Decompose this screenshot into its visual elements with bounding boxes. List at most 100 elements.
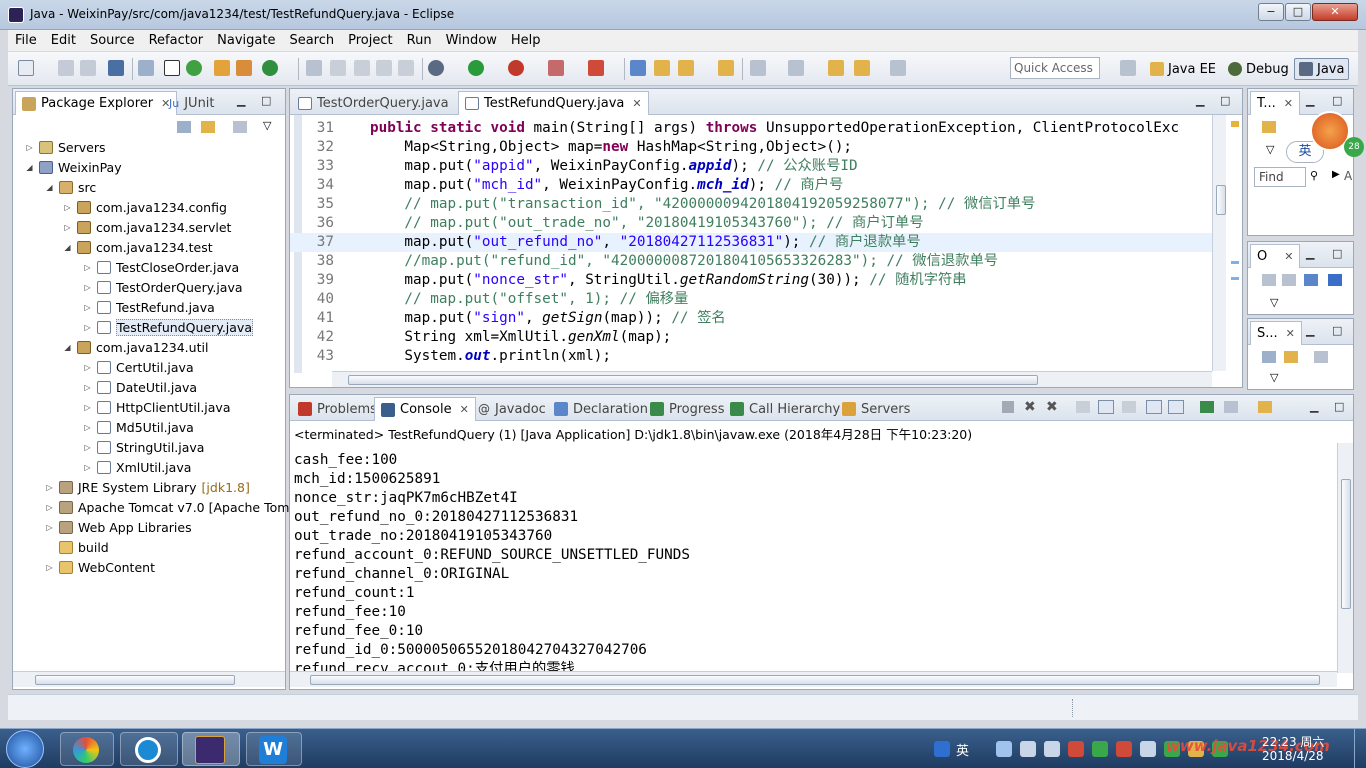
maximize-icon[interactable]: □	[261, 94, 271, 107]
tree-item-selected[interactable]: ▷ TestRefundQuery.java	[83, 317, 253, 337]
refresh-icon[interactable]	[186, 60, 202, 76]
clear-console-icon[interactable]	[1076, 401, 1090, 413]
menu-run[interactable]: Run	[400, 33, 439, 48]
menu-help[interactable]: Help	[504, 33, 548, 48]
tree-item[interactable]: ▷ Apache Tomcat v7.0 [Apache Tomc	[45, 497, 296, 517]
close-icon[interactable]: ✕	[1284, 97, 1293, 110]
last-edit-icon[interactable]	[828, 60, 844, 76]
edit-icon[interactable]	[330, 60, 346, 76]
tab-task-list[interactable]: T... ✕	[1250, 91, 1301, 115]
view-menu-icon[interactable]: ▽	[263, 119, 271, 132]
maximize-button[interactable]: □	[1285, 3, 1311, 21]
tray-icon[interactable]	[1044, 741, 1060, 757]
block-icon[interactable]	[376, 60, 392, 76]
open-console-icon[interactable]	[1258, 401, 1272, 413]
tree-item[interactable]: ▷ TestOrderQuery.java	[83, 277, 242, 297]
tab-test-order-query[interactable]: TestOrderQuery.java	[292, 91, 455, 115]
quick-access-input[interactable]: Quick Access	[1010, 57, 1100, 79]
menu-search[interactable]: Search	[282, 33, 341, 48]
open-type-icon[interactable]	[630, 60, 646, 76]
maximize-icon[interactable]: □	[1220, 94, 1230, 107]
debug-icon[interactable]	[428, 60, 444, 76]
scroll-lock-icon[interactable]	[1098, 400, 1114, 414]
tree-item[interactable]: ◢ com.java1234.test	[63, 237, 212, 257]
save-all-icon[interactable]	[80, 60, 96, 76]
perspective-debug[interactable]: Debug	[1224, 58, 1293, 80]
close-icon[interactable]: ✕	[1284, 250, 1293, 263]
server-icon[interactable]	[236, 60, 252, 76]
tree-item[interactable]: ◢ src	[45, 177, 96, 197]
tray-cloud-icon[interactable]	[996, 741, 1012, 757]
link-icon[interactable]	[306, 60, 322, 76]
scroll-thumb[interactable]	[1341, 479, 1351, 609]
run-icon[interactable]	[468, 60, 484, 76]
remove-launch-icon[interactable]: ✖	[1024, 399, 1036, 415]
format-icon[interactable]	[354, 60, 370, 76]
tomcat-icon[interactable]	[214, 60, 230, 76]
tree-item[interactable]: ▷ WebContent	[45, 557, 155, 577]
display-console-icon[interactable]	[1224, 401, 1238, 413]
code-line[interactable]: 39 map.put("nonce_str", StringUtil.getRa…	[290, 271, 1226, 290]
horizontal-scrollbar[interactable]	[13, 671, 285, 687]
maximize-icon[interactable]: □	[1332, 324, 1342, 337]
word-wrap-icon[interactable]	[1122, 401, 1136, 413]
scroll-thumb[interactable]	[310, 675, 1320, 685]
code-line[interactable]: 31 public static void main(String[] args)…	[290, 119, 1226, 138]
ime-indicator[interactable]: 英	[956, 740, 969, 759]
pin-icon[interactable]	[138, 60, 154, 76]
tree-item[interactable]: ▷ DateUtil.java	[83, 377, 197, 397]
tray-icon[interactable]	[1068, 741, 1084, 757]
start-button[interactable]	[6, 730, 44, 768]
code-line[interactable]: 36 // map.put("out_trade_no", "201804191…	[290, 214, 1226, 233]
wand-icon[interactable]	[678, 60, 694, 76]
stop-icon[interactable]	[548, 60, 564, 76]
find-input[interactable]: Find	[1254, 167, 1306, 187]
maximize-icon[interactable]: □	[1334, 400, 1344, 413]
collapse-all-icon[interactable]	[1282, 274, 1296, 286]
tab-package-explorer[interactable]: Package Explorer ✕	[15, 91, 178, 115]
view-menu-icon[interactable]: ▽	[1270, 296, 1278, 309]
menu-navigate[interactable]: Navigate	[210, 33, 282, 48]
focus-icon[interactable]	[1262, 274, 1276, 286]
tree-item[interactable]: ▷ XmlUtil.java	[83, 457, 191, 477]
terminate-icon[interactable]	[1002, 401, 1014, 413]
panel-icon[interactable]	[398, 60, 414, 76]
tab-call-hierarchy[interactable]: Call Hierarchy	[724, 397, 846, 421]
view-menu-icon[interactable]: ▽	[1266, 143, 1274, 156]
menu-source[interactable]: Source	[83, 33, 142, 48]
tab-console[interactable]: Console ✕	[374, 397, 476, 421]
code-line[interactable]: 40 // map.put("offset", 1); // 偏移量	[290, 290, 1226, 309]
code-editor[interactable]: 31 public static void main(String[] args)…	[290, 115, 1242, 371]
new-task-icon[interactable]	[1262, 121, 1276, 133]
tray-shield-icon[interactable]	[1092, 741, 1108, 757]
show-on-output-icon[interactable]	[1146, 400, 1162, 414]
show-on-error-icon[interactable]	[1168, 400, 1184, 414]
link-editor-icon[interactable]	[201, 121, 215, 133]
code-line[interactable]: 32 Map<String,Object> map=new HashMap<St…	[290, 138, 1226, 157]
maximize-icon[interactable]: □	[1332, 94, 1342, 107]
collapse-all-icon[interactable]	[1262, 351, 1276, 363]
pin-console-icon[interactable]	[1200, 401, 1214, 413]
perspective-java[interactable]: Java	[1294, 58, 1350, 80]
new-icon[interactable]	[18, 60, 34, 76]
minimize-icon[interactable]: ▁	[1310, 400, 1318, 413]
code-line[interactable]: 38 //map.put("refund_id", "4200000087201…	[290, 252, 1226, 271]
tree-item[interactable]: ▷ TestCloseOrder.java	[83, 257, 239, 277]
code-line[interactable]: 37 map.put("out_refund_no", "20180427112…	[290, 233, 1226, 252]
close-icon[interactable]: ✕	[460, 403, 469, 416]
menu-refactor[interactable]: Refactor	[142, 33, 211, 48]
show-desktop-button[interactable]	[1354, 729, 1366, 768]
view-menu-icon[interactable]: ▽	[1270, 371, 1278, 384]
menu-file[interactable]: File	[8, 33, 44, 48]
volume-icon[interactable]	[1140, 741, 1156, 757]
sort-icon[interactable]	[1304, 274, 1318, 286]
link-icon[interactable]	[1284, 351, 1298, 363]
scroll-thumb[interactable]	[1216, 185, 1226, 215]
search-icon[interactable]: ⚲	[1310, 169, 1318, 182]
tree-item[interactable]: ▷ CertUtil.java	[83, 357, 193, 377]
close-window-button[interactable]: ✕	[1312, 3, 1358, 21]
code-line[interactable]: 41 map.put("sign", getSign(map)); // 签名	[290, 309, 1226, 328]
prev-annotation-icon[interactable]	[788, 60, 804, 76]
tree-item[interactable]: ▷ Web App Libraries	[45, 517, 191, 537]
focus-icon[interactable]	[1314, 351, 1328, 363]
